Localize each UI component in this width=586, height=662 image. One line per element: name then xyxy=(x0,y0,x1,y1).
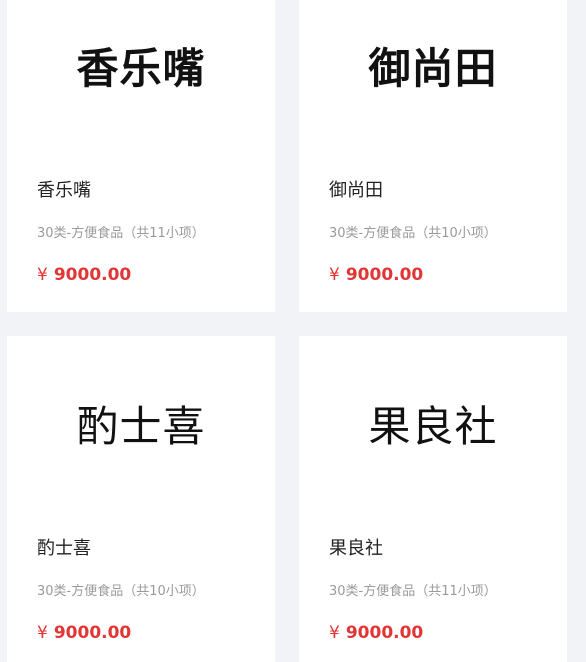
product-category: 30类-方便食品（共11小项） xyxy=(329,584,497,599)
product-category: 30类-方便食品（共10小项） xyxy=(37,584,205,599)
product-price: ¥9000.00 xyxy=(329,622,423,644)
product-card[interactable]: 酌士喜 酌士喜 30类-方便食品（共10小项） ¥9000.00 xyxy=(7,336,275,662)
product-name[interactable]: 香乐嘴 xyxy=(37,180,91,202)
product-logo-image: 御尚田 xyxy=(368,44,498,93)
product-price: ¥9000.00 xyxy=(37,264,131,286)
product-name[interactable]: 御尚田 xyxy=(329,180,383,202)
price-value: 9000.00 xyxy=(345,265,424,285)
price-value: 9000.00 xyxy=(53,265,132,285)
product-logo-image: 酌士喜 xyxy=(76,402,206,451)
price-value: 9000.00 xyxy=(53,623,132,643)
product-category: 30类-方便食品（共10小项） xyxy=(329,226,497,241)
product-name[interactable]: 酌士喜 xyxy=(37,538,91,560)
product-logo-image: 香乐嘴 xyxy=(76,44,206,93)
currency-symbol: ¥ xyxy=(37,265,48,285)
product-card[interactable]: 香乐嘴 香乐嘴 30类-方便食品（共11小项） ¥9000.00 xyxy=(7,0,275,312)
product-card[interactable]: 果良社 果良社 30类-方便食品（共11小项） ¥9000.00 xyxy=(299,336,567,662)
product-category: 30类-方便食品（共11小项） xyxy=(37,226,205,241)
product-name[interactable]: 果良社 xyxy=(329,538,383,560)
currency-symbol: ¥ xyxy=(329,265,340,285)
product-price: ¥9000.00 xyxy=(37,622,131,644)
product-logo-image: 果良社 xyxy=(368,402,498,451)
product-card[interactable]: 御尚田 御尚田 30类-方便食品（共10小项） ¥9000.00 xyxy=(299,0,567,312)
currency-symbol: ¥ xyxy=(37,623,48,643)
currency-symbol: ¥ xyxy=(329,623,340,643)
product-price: ¥9000.00 xyxy=(329,264,423,286)
price-value: 9000.00 xyxy=(345,623,424,643)
